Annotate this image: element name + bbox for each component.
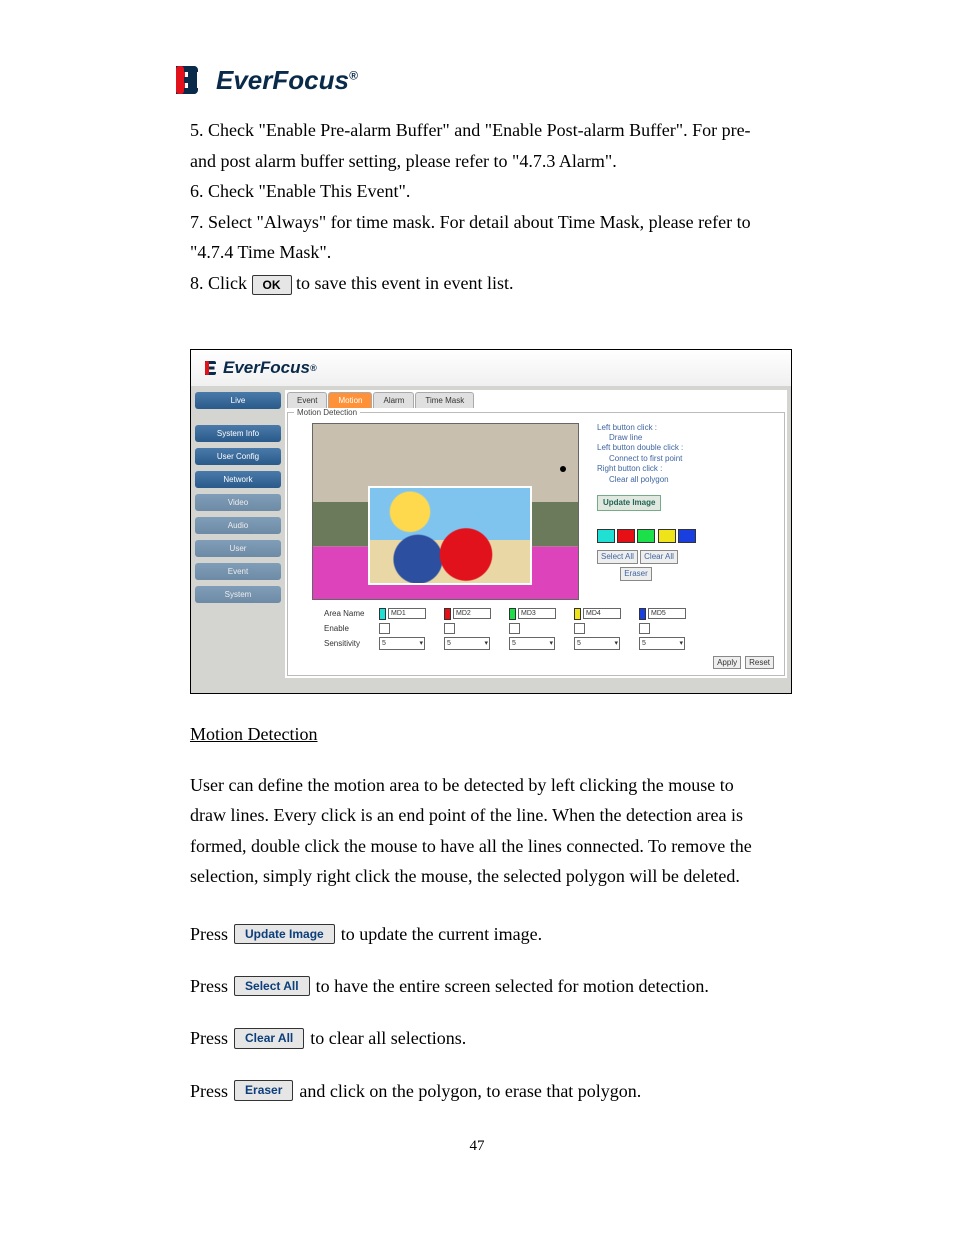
sensitivity-select-5[interactable]: 5 [639,637,685,650]
step-6: 6. Check "Enable This Event". [190,176,764,207]
clear-all-button[interactable]: Clear All [640,550,678,564]
ok-button[interactable]: OK [252,275,292,295]
press-select-all: Press Select All to have the entire scre… [190,969,764,1003]
everfocus-logo-icon [203,358,223,378]
brand-name: EverFocus [216,65,349,95]
update-image-button-inline[interactable]: Update Image [234,924,335,944]
area-name-input-1[interactable]: MD1 [388,608,426,619]
swatch-4[interactable] [658,529,676,543]
press-eraser: Press Eraser and click on the polygon, t… [190,1074,764,1108]
instruction-steps: 5. Check "Enable Pre-alarm Buffer" and "… [190,115,764,299]
sensitivity-select-4[interactable]: 5 [574,637,620,650]
swatch-2[interactable] [617,529,635,543]
step-5: 5. Check "Enable Pre-alarm Buffer" and "… [190,115,764,176]
swatch-1[interactable] [597,529,615,543]
clear-all-button-inline[interactable]: Clear All [234,1028,304,1048]
select-all-button[interactable]: Select All [597,550,638,564]
motion-settings-screenshot: EverFocus® Live System Info User Config … [190,349,792,694]
sidebar-item-systeminfo[interactable]: System Info [195,425,281,442]
area-name-input-4[interactable]: MD4 [583,608,621,619]
sidebar-item-event[interactable]: Event [195,563,281,580]
tab-alarm[interactable]: Alarm [373,392,414,408]
motion-detection-intro: User can define the motion area to be de… [190,770,764,892]
sensitivity-select-2[interactable]: 5 [444,637,490,650]
enable-label: Enable [324,624,379,633]
area-name-input-2[interactable]: MD2 [453,608,491,619]
reset-button[interactable]: Reset [745,656,774,669]
swatch-5[interactable] [678,529,696,543]
everfocus-logo-icon [172,60,212,100]
motion-area-table: Area Name MD1 MD2 MD3 MD4 MD5 Enable [324,608,778,669]
page-number: 47 [190,1138,764,1155]
sidebar-item-userconfig[interactable]: User Config [195,448,281,465]
sidebar-item-audio[interactable]: Audio [195,517,281,534]
motion-detection-heading: Motion Detection [190,724,764,745]
press-update-image: Press Update Image to update the current… [190,917,764,951]
sidebar-item-video[interactable]: Video [195,494,281,511]
eraser-button-inline[interactable]: Eraser [234,1080,293,1100]
apply-button[interactable]: Apply [713,656,741,669]
sensitivity-label: Sensitivity [324,639,379,648]
swatch-3[interactable] [637,529,655,543]
sensitivity-select-3[interactable]: 5 [509,637,555,650]
enable-checkbox-2[interactable] [444,623,455,634]
settings-tabs: Event Motion Alarm Time Mask [287,392,785,408]
area-name-input-5[interactable]: MD5 [648,608,686,619]
step-7: 7. Select "Always" for time mask. For de… [190,207,764,268]
enable-checkbox-1[interactable] [379,623,390,634]
motion-help-panel: Left button click : Draw line Left butto… [579,423,778,600]
update-image-button[interactable]: Update Image [597,495,661,511]
step-8: 8. Click OK to save this event in event … [190,268,764,299]
motion-detection-legend: Motion Detection [294,408,360,417]
sidebar-item-system[interactable]: System [195,586,281,603]
sidebar-item-user[interactable]: User [195,540,281,557]
area-name-input-3[interactable]: MD3 [518,608,556,619]
enable-checkbox-3[interactable] [509,623,520,634]
sidebar-item-live[interactable]: Live [195,392,281,409]
brand-header: EverFocus® [172,60,764,100]
sensitivity-select-1[interactable]: 5 [379,637,425,650]
ss-brand: EverFocus® [203,358,779,378]
tab-event[interactable]: Event [287,392,327,408]
tab-timemask[interactable]: Time Mask [415,392,474,408]
enable-checkbox-4[interactable] [574,623,585,634]
motion-preview-canvas[interactable] [312,423,579,600]
eraser-button[interactable]: Eraser [620,567,652,581]
press-clear-all: Press Clear All to clear all selections. [190,1021,764,1055]
brand-reg: ® [349,68,358,82]
area-name-label: Area Name [324,609,379,618]
color-swatches [597,529,778,546]
sidebar-item-network[interactable]: Network [195,471,281,488]
settings-sidebar: Live System Info User Config Network Vid… [193,390,283,678]
tab-motion[interactable]: Motion [328,392,372,408]
select-all-button-inline[interactable]: Select All [234,976,310,996]
enable-checkbox-5[interactable] [639,623,650,634]
